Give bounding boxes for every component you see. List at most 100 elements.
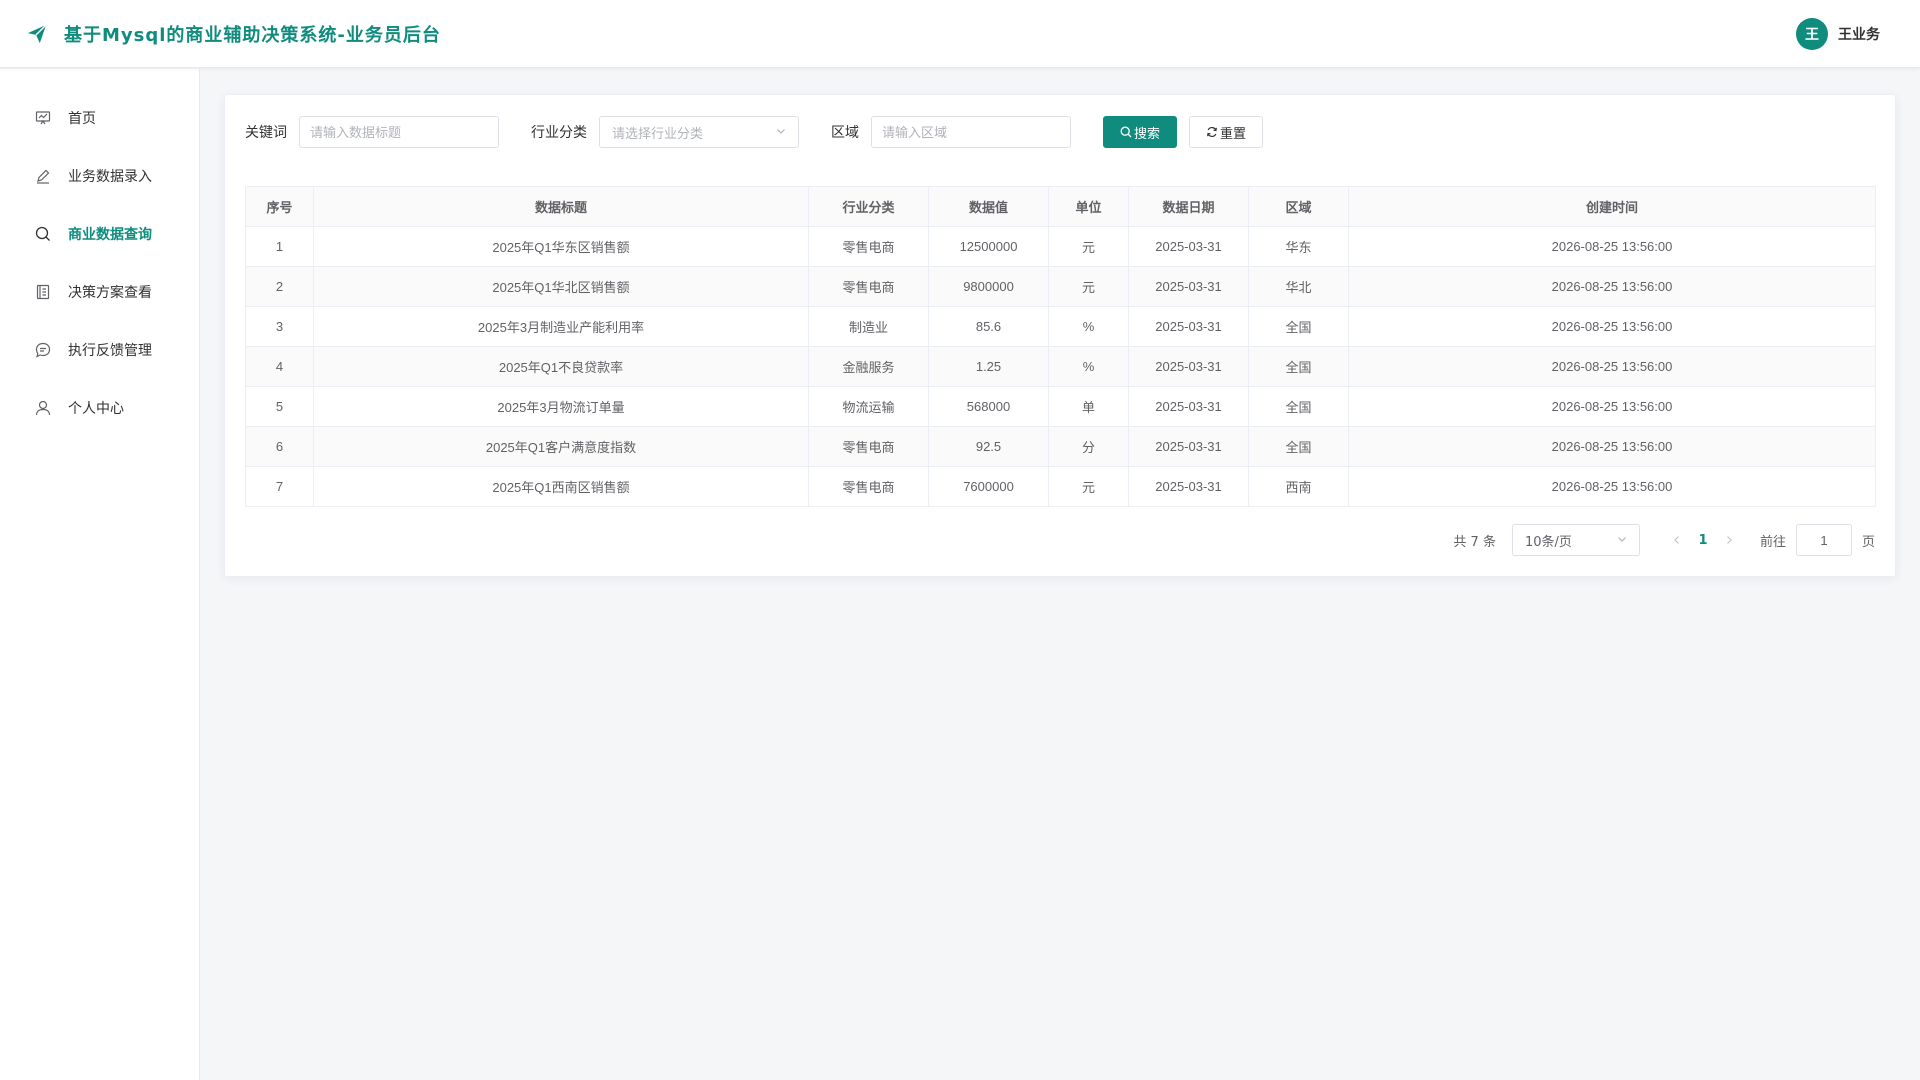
table-cell: 全国 — [1248, 346, 1349, 387]
table-cell: 2025-03-31 — [1128, 426, 1249, 467]
paper-plane-icon — [26, 22, 50, 46]
table-cell: 2025-03-31 — [1128, 466, 1249, 507]
column-header[interactable]: 数据值 — [928, 186, 1049, 227]
table-row[interactable]: 2 2025年Q1华北区销售额 零售电商 9800000 元 2025-03-3… — [245, 266, 1876, 307]
table-cell: 2025-03-31 — [1128, 386, 1249, 427]
sidebar-item-label: 个人中心 — [68, 401, 124, 417]
table-cell: 制造业 — [808, 306, 929, 347]
sidebar-item-label: 业务数据录入 — [68, 169, 152, 185]
region-label: 区域 — [831, 125, 859, 141]
table-cell: 2026-08-25 13:56:00 — [1348, 306, 1876, 347]
document-icon — [34, 283, 52, 301]
next-page-button[interactable] — [1716, 526, 1742, 554]
table-cell: 零售电商 — [808, 466, 929, 507]
reset-button-label: 重置 — [1219, 126, 1246, 142]
chevron-down-icon — [1617, 533, 1627, 548]
user-icon — [34, 399, 52, 417]
sidebar-item-data-entry[interactable]: 业务数据录入 — [0, 147, 199, 205]
search-icon — [1120, 126, 1132, 138]
table-row[interactable]: 3 2025年3月制造业产能利用率 制造业 85.6 % 2025-03-31 … — [245, 306, 1876, 347]
table-cell: 5 — [245, 386, 314, 427]
table-cell: 零售电商 — [808, 226, 929, 267]
table-cell: 2026-08-25 13:56:00 — [1348, 266, 1876, 307]
pagination-total: 共 7 条 — [1453, 534, 1496, 550]
industry-select-placeholder: 请选择行业分类 — [612, 126, 704, 142]
sidebar-item-feedback[interactable]: 执行反馈管理 — [0, 321, 199, 379]
table-cell: 华东 — [1248, 226, 1349, 267]
table-cell: 6 — [245, 426, 314, 467]
table-cell: 2 — [245, 266, 314, 307]
column-header[interactable]: 数据日期 — [1128, 186, 1249, 227]
table-row[interactable]: 4 2025年Q1不良贷款率 金融服务 1.25 % 2025-03-31 全国… — [245, 346, 1876, 387]
column-header[interactable]: 序号 — [245, 186, 314, 227]
reset-button[interactable]: 重置 — [1189, 116, 1263, 148]
table-cell: 元 — [1048, 266, 1129, 307]
user-name[interactable]: 王业务 — [1838, 24, 1880, 44]
table-cell: 零售电商 — [808, 266, 929, 307]
column-header[interactable]: 单位 — [1048, 186, 1129, 227]
sidebar-item-label: 执行反馈管理 — [68, 343, 152, 359]
keyword-input[interactable] — [299, 116, 499, 148]
data-table: 序号 数据标题 行业分类 数据值 单位 数据日期 区域 创建时间 1 2025年… — [245, 186, 1876, 507]
table-row[interactable]: 5 2025年3月物流订单量 物流运输 568000 单 2025-03-31 … — [245, 386, 1876, 427]
table-cell: 2025-03-31 — [1128, 266, 1249, 307]
search-button-label: 搜索 — [1133, 126, 1160, 142]
query-panel: 关键词 行业分类 请选择行业分类 区域 搜索 重置 — [224, 94, 1896, 577]
table-cell: 元 — [1048, 466, 1129, 507]
sidebar-item-label: 决策方案查看 — [68, 285, 152, 301]
keyword-label: 关键词 — [245, 125, 287, 141]
dashboard-icon — [34, 109, 52, 127]
sidebar-item-data-query[interactable]: 商业数据查询 — [0, 205, 199, 263]
table-cell: 92.5 — [928, 426, 1049, 467]
table-cell: 2026-08-25 13:56:00 — [1348, 386, 1876, 427]
column-header[interactable]: 数据标题 — [313, 186, 809, 227]
prev-page-button[interactable] — [1664, 526, 1690, 554]
table-cell: 单 — [1048, 386, 1129, 427]
refresh-icon — [1206, 126, 1218, 138]
table-cell: 7 — [245, 466, 314, 507]
sidebar-item-profile[interactable]: 个人中心 — [0, 379, 199, 437]
page-size-select[interactable]: 10条/页 — [1511, 524, 1640, 556]
industry-select[interactable]: 请选择行业分类 — [599, 116, 799, 148]
chevron-down-icon — [776, 125, 786, 140]
table-cell: 2026-08-25 13:56:00 — [1348, 466, 1876, 507]
table-cell: 2025-03-31 — [1128, 306, 1249, 347]
sidebar-item-decision-plans[interactable]: 决策方案查看 — [0, 263, 199, 321]
page-number[interactable]: 1 — [1690, 526, 1716, 554]
search-icon — [34, 225, 52, 243]
column-header[interactable]: 创建时间 — [1348, 186, 1876, 227]
goto-label: 前往 — [1759, 534, 1786, 550]
table-cell: 1.25 — [928, 346, 1049, 387]
brand: 基于Mysql的商业辅助决策系统-业务员后台 — [26, 21, 441, 47]
goto-page-input[interactable] — [1795, 524, 1852, 556]
search-button[interactable]: 搜索 — [1103, 116, 1177, 148]
column-header[interactable]: 行业分类 — [808, 186, 929, 227]
page-size-value: 10条/页 — [1524, 534, 1572, 550]
table-header-row: 序号 数据标题 行业分类 数据值 单位 数据日期 区域 创建时间 — [245, 186, 1876, 227]
table-cell: 2025年3月物流订单量 — [313, 386, 809, 427]
sidebar-item-label: 商业数据查询 — [68, 227, 152, 243]
sidebar-item-home[interactable]: 首页 — [0, 89, 199, 147]
table-row[interactable]: 7 2025年Q1西南区销售额 零售电商 7600000 元 2025-03-3… — [245, 466, 1876, 507]
table-cell: 2025-03-31 — [1128, 226, 1249, 267]
table-cell: 1 — [245, 226, 314, 267]
table-row[interactable]: 6 2025年Q1客户满意度指数 零售电商 92.5 分 2025-03-31 … — [245, 426, 1876, 467]
table-cell: 金融服务 — [808, 346, 929, 387]
table-cell: 2025年Q1华北区销售额 — [313, 266, 809, 307]
table-cell: 2025年Q1客户满意度指数 — [313, 426, 809, 467]
table-cell: % — [1048, 306, 1129, 347]
table-cell: 85.6 — [928, 306, 1049, 347]
table-cell: 2025年3月制造业产能利用率 — [313, 306, 809, 347]
filter-bar: 关键词 行业分类 请选择行业分类 区域 搜索 重置 — [245, 116, 1875, 148]
table-cell: 3 — [245, 306, 314, 347]
table-cell: 西南 — [1248, 466, 1349, 507]
column-header[interactable]: 区域 — [1248, 186, 1349, 227]
table-cell: 零售电商 — [808, 426, 929, 467]
table-row[interactable]: 1 2025年Q1华东区销售额 零售电商 12500000 元 2025-03-… — [245, 226, 1876, 267]
table-cell: 全国 — [1248, 386, 1349, 427]
region-input[interactable] — [871, 116, 1071, 148]
avatar[interactable]: 王 — [1796, 17, 1828, 50]
user-menu[interactable]: 王 王业务 — [1796, 17, 1880, 50]
table-cell: 9800000 — [928, 266, 1049, 307]
table-cell: 物流运输 — [808, 386, 929, 427]
